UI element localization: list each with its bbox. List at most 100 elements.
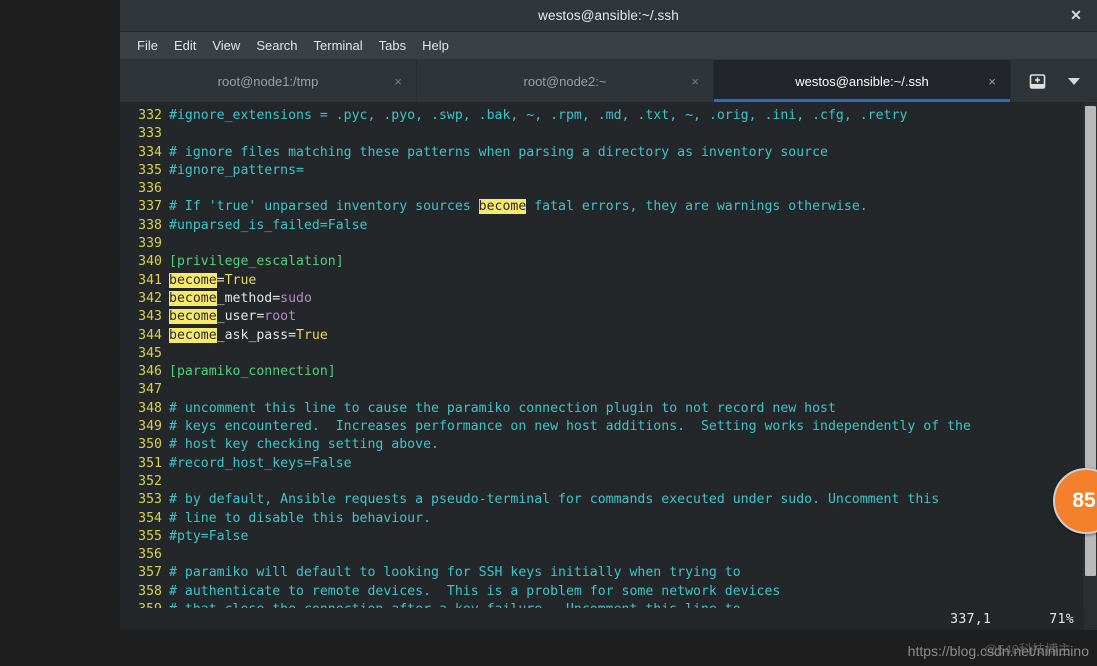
search-highlight: become — [478, 199, 527, 215]
title-bar: westos@ansible:~/.ssh ✕ — [120, 0, 1097, 32]
code-segment: root — [264, 309, 297, 325]
menu-item-view[interactable]: View — [204, 35, 248, 56]
code-segment: True — [224, 272, 257, 288]
line-number: 335 — [138, 162, 162, 178]
code-segment: True — [296, 327, 328, 343]
line-number: 346 — [138, 364, 162, 380]
menu-item-edit[interactable]: Edit — [166, 35, 204, 56]
code-segment: sudo — [280, 290, 312, 306]
status-badge-value: 85 — [1072, 489, 1096, 512]
line-number: 338 — [138, 217, 162, 233]
terminal-line: 354 # line to disable this behaviour. — [120, 510, 1083, 528]
terminal-line: 352 — [120, 473, 1083, 491]
code-segment: # If 'true' unparsed inventory sources — [169, 199, 479, 215]
code-segment: #ignore_extensions = .pyc, .pyo, .swp, .… — [169, 108, 908, 123]
terminal-scrollbar[interactable] — [1083, 103, 1097, 630]
code-segment: #ignore_patterns= — [169, 162, 304, 178]
terminal-line: 343 become_user=root — [120, 308, 1083, 326]
vim-status-line: 337,1 71% — [120, 608, 1084, 630]
terminal-line: 344 become_ask_pass=True — [120, 327, 1083, 345]
line-number: 345 — [138, 345, 162, 361]
terminal-line: 351 #record_host_keys=False — [120, 455, 1083, 473]
search-highlight: become — [169, 272, 217, 288]
line-number: 355 — [138, 528, 162, 544]
line-number: 357 — [138, 565, 162, 581]
menu-item-file[interactable]: File — [129, 35, 166, 56]
terminal-line: 347 — [120, 381, 1083, 399]
new-tab-icon[interactable] — [1028, 72, 1047, 91]
code-segment: #record_host_keys=False — [169, 455, 352, 471]
line-number: 344 — [138, 327, 162, 343]
terminal-line: 339 — [120, 235, 1083, 253]
chevron-down-icon[interactable] — [1068, 77, 1081, 85]
terminal-line: 345 — [120, 345, 1083, 363]
tab-close-icon[interactable]: × — [988, 75, 996, 88]
code-segment: # keys encountered. Increases performanc… — [169, 419, 971, 435]
line-number: 349 — [138, 419, 162, 435]
code-segment: # authenticate to remote devices. This i… — [169, 583, 781, 599]
terminal-line: 338 #unparsed_is_failed=False — [120, 217, 1083, 235]
line-number: 341 — [138, 272, 162, 288]
terminal-tab[interactable]: westos@ansible:~/.ssh × — [714, 60, 1011, 102]
terminal-line: 335 #ignore_patterns= — [120, 162, 1083, 180]
menu-item-help[interactable]: Help — [414, 35, 457, 56]
code-segment: #pty=False — [169, 528, 249, 544]
terminal-line: 332 #ignore_extensions = .pyc, .pyo, .swp… — [120, 107, 1083, 125]
search-highlight: become — [169, 290, 217, 306]
terminal-line: 358 # authenticate to remote devices. Thi… — [120, 583, 1083, 601]
line-number: 339 — [138, 236, 162, 252]
menu-item-search[interactable]: Search — [248, 35, 305, 56]
line-number: 336 — [138, 181, 162, 197]
terminal-line: 357 # paramiko will default to looking fo… — [120, 564, 1083, 582]
line-number: 340 — [138, 254, 162, 270]
terminal-line: 348 # uncomment this line to cause the pa… — [120, 400, 1083, 418]
line-number: 358 — [138, 583, 162, 599]
terminal-tab[interactable]: root@node2:~ × — [417, 60, 714, 102]
menu-item-terminal[interactable]: Terminal — [306, 35, 371, 56]
line-number: 352 — [138, 473, 162, 489]
terminal-line: 337 # If 'true' unparsed inventory source… — [120, 198, 1083, 216]
line-number: 353 — [138, 492, 162, 508]
code-segment: fatal errors, they are warnings otherwis… — [526, 199, 868, 215]
terminal-line: 353 # by default, Ansible requests a pseu… — [120, 491, 1083, 509]
watermark-url: https://blog.csdn.net/ninimino — [907, 643, 1089, 659]
terminal-tab[interactable]: root@node1:/tmp × — [120, 60, 417, 102]
terminal-line: 350 # host key checking setting above. — [120, 436, 1083, 454]
tab-bar: root@node1:/tmp × root@node2:~ × westos@ansi… — [120, 60, 1097, 103]
terminal-body: 332 #ignore_extensions = .pyc, .pyo, .swp… — [120, 103, 1097, 630]
scroll-percent: 71% — [1049, 611, 1074, 627]
cursor-position: 337,1 — [950, 611, 992, 627]
menu-item-tabs[interactable]: Tabs — [371, 35, 414, 56]
code-segment: [paramiko_connection] — [169, 364, 336, 380]
code-segment: = — [216, 272, 225, 288]
close-icon[interactable]: ✕ — [1063, 0, 1089, 31]
code-segment: # ignore files matching these patterns w… — [169, 144, 828, 160]
screen: westos@ansible:~/.ssh ✕ File Edit View Sear… — [0, 0, 1097, 666]
tab-label: westos@ansible:~/.ssh — [795, 73, 929, 89]
tab-label: root@node1:/tmp — [217, 73, 319, 89]
tab-close-icon[interactable]: × — [691, 75, 699, 88]
line-number: 354 — [138, 510, 162, 526]
line-number: 333 — [138, 126, 162, 142]
line-number: 347 — [138, 382, 162, 398]
code-segment: # paramiko will default to looking for S… — [169, 565, 741, 581]
terminal-text-area[interactable]: 332 #ignore_extensions = .pyc, .pyo, .swp… — [120, 103, 1083, 630]
line-number: 351 — [138, 455, 162, 471]
terminal-line: 341 become=True — [120, 272, 1083, 290]
line-number: 343 — [138, 309, 162, 325]
code-segment: #unparsed_is_failed=False — [169, 217, 368, 233]
code-segment: _method= — [216, 290, 281, 306]
terminal-line: 336 — [120, 180, 1083, 198]
terminal-line: 334 # ignore files matching these pattern… — [120, 144, 1083, 162]
tab-bar-controls — [1011, 60, 1097, 102]
code-segment: [privilege_escalation] — [169, 254, 344, 270]
window-title: westos@ansible:~/.ssh — [538, 8, 679, 23]
terminal-line: 349 # keys encountered. Increases perform… — [120, 418, 1083, 436]
tab-list: root@node1:/tmp × root@node2:~ × westos@ansi… — [120, 60, 1011, 102]
tab-close-icon[interactable]: × — [394, 75, 402, 88]
line-number: 334 — [138, 144, 162, 160]
code-segment: # host key checking setting above. — [169, 437, 439, 453]
line-number: 337 — [138, 199, 162, 215]
search-highlight: become — [169, 327, 217, 343]
code-segment: _ask_pass= — [216, 327, 297, 343]
